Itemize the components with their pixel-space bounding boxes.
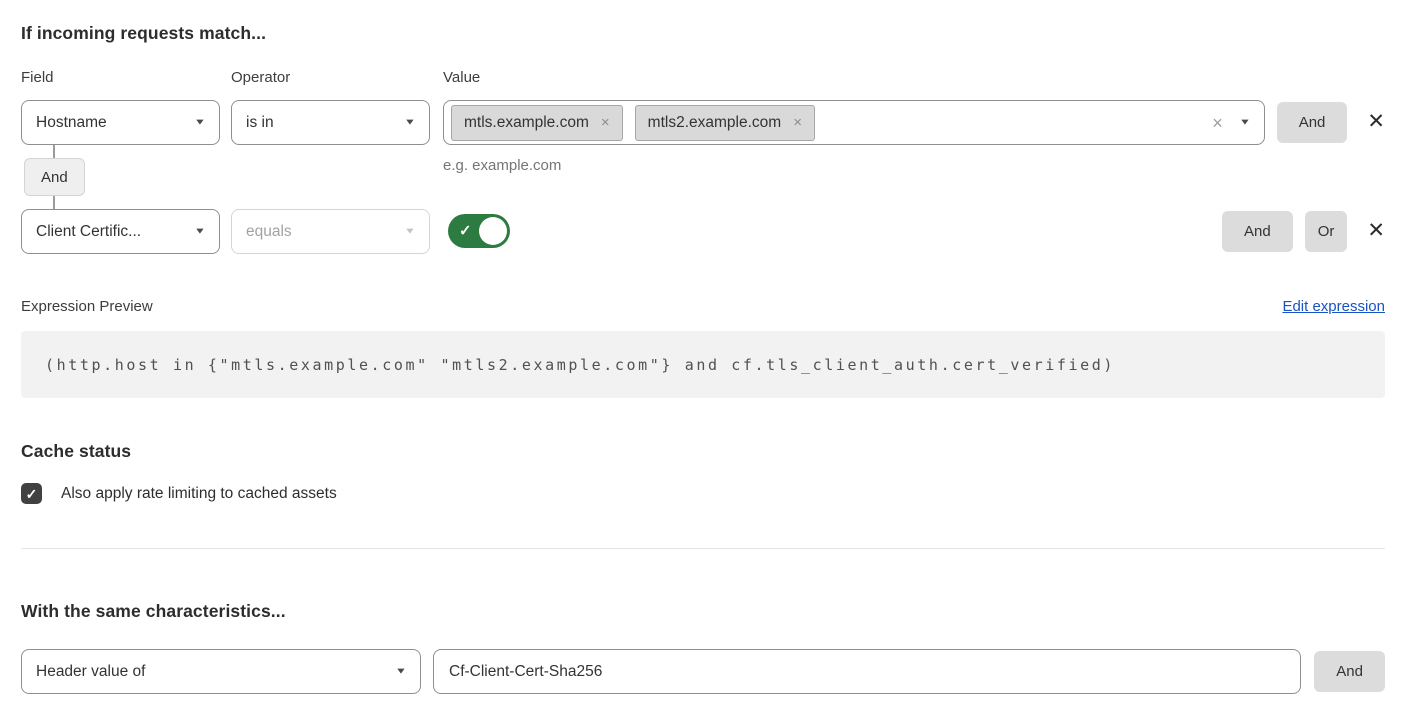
expression-preview-section: Expression Preview Edit expression (http… xyxy=(21,298,1385,398)
chevron-down-icon: ▼ xyxy=(194,227,206,236)
match-section-title: If incoming requests match... xyxy=(21,23,1385,44)
value-column-label: Value xyxy=(443,69,1385,86)
connector-and-button[interactable]: And xyxy=(24,158,85,196)
characteristic-select-value: Header value of xyxy=(36,663,145,681)
characteristics-section: With the same characteristics... Header … xyxy=(21,601,1385,694)
condition-row-2: Client Certific... ▼ equals ▼ ✓ And Or ✕ xyxy=(21,209,1385,254)
value-tag: mtls.example.com × xyxy=(451,105,623,141)
chevron-down-icon: ▼ xyxy=(395,667,407,676)
add-or-condition-button[interactable]: Or xyxy=(1305,211,1348,252)
operator-column-label: Operator xyxy=(231,69,443,86)
delete-condition-icon[interactable]: ✕ xyxy=(1367,109,1385,134)
section-divider xyxy=(21,548,1385,549)
add-characteristic-button[interactable]: And xyxy=(1314,651,1385,692)
cache-status-section: Cache status ✓ Also apply rate limiting … xyxy=(21,441,1385,504)
condition-connector: And xyxy=(21,145,1385,209)
operator-select-1-value: is in xyxy=(246,114,274,132)
cert-verified-toggle[interactable]: ✓ xyxy=(448,214,510,248)
check-icon: ✓ xyxy=(26,487,38,501)
chevron-down-icon[interactable]: ▼ xyxy=(1239,118,1251,127)
header-name-input[interactable] xyxy=(433,649,1301,694)
characteristic-select[interactable]: Header value of ▼ xyxy=(21,649,421,694)
operator-select-2-value: equals xyxy=(246,223,292,241)
value-tag-label: mtls.example.com xyxy=(464,114,589,132)
check-icon: ✓ xyxy=(459,222,472,240)
field-select-1[interactable]: Hostname ▼ xyxy=(21,100,220,145)
toggle-knob xyxy=(479,217,507,245)
edit-expression-link[interactable]: Edit expression xyxy=(1282,298,1385,315)
value-tag-label: mtls2.example.com xyxy=(648,114,782,132)
field-select-2[interactable]: Client Certific... ▼ xyxy=(21,209,220,254)
field-select-1-value: Hostname xyxy=(36,114,107,132)
chevron-down-icon: ▼ xyxy=(404,227,416,236)
add-and-condition-button[interactable]: And xyxy=(1277,102,1348,143)
add-and-condition-button[interactable]: And xyxy=(1222,211,1293,252)
clear-values-icon[interactable]: × xyxy=(1212,114,1223,132)
cache-status-title: Cache status xyxy=(21,441,1385,462)
field-column-label: Field xyxy=(21,69,231,86)
chevron-down-icon: ▼ xyxy=(404,118,416,127)
field-select-2-value: Client Certific... xyxy=(36,223,141,241)
cached-assets-checkbox[interactable]: ✓ xyxy=(21,483,42,504)
expression-preview-label: Expression Preview xyxy=(21,298,153,315)
characteristics-title: With the same characteristics... xyxy=(21,601,1385,622)
value-multiselect-input[interactable]: mtls.example.com × mtls2.example.com × ×… xyxy=(443,100,1265,145)
remove-tag-icon[interactable]: × xyxy=(601,114,610,131)
rate-limit-rule-builder: If incoming requests match... Field Oper… xyxy=(0,0,1420,694)
remove-tag-icon[interactable]: × xyxy=(793,114,802,131)
chevron-down-icon: ▼ xyxy=(194,118,206,127)
expression-code-block: (http.host in {"mtls.example.com" "mtls2… xyxy=(21,331,1385,398)
column-labels: Field Operator Value xyxy=(21,69,1385,86)
delete-condition-icon[interactable]: ✕ xyxy=(1367,218,1385,243)
operator-select-2-disabled: equals ▼ xyxy=(231,209,430,254)
operator-select-1[interactable]: is in ▼ xyxy=(231,100,430,145)
cached-assets-checkbox-label: Also apply rate limiting to cached asset… xyxy=(61,485,337,503)
value-tag: mtls2.example.com × xyxy=(635,105,815,141)
